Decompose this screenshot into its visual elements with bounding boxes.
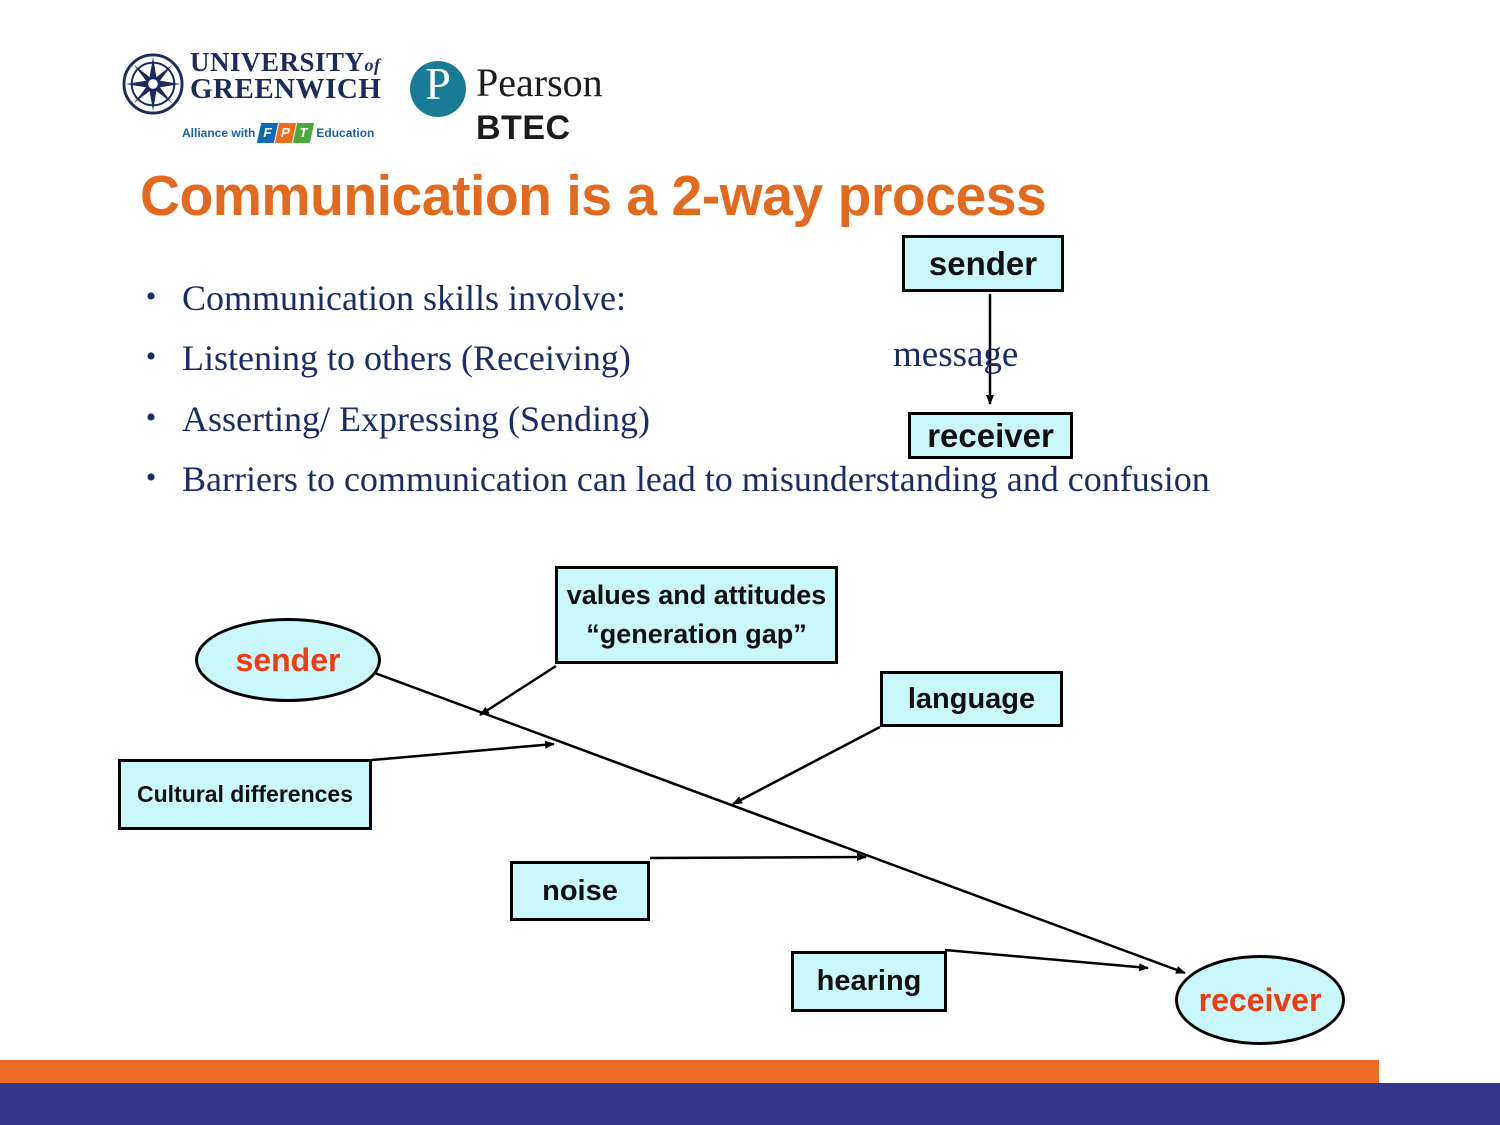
logo-bar: UNIVERSITYof GREENWICH Alliance with F P… xyxy=(120,45,640,155)
pearson-btec-logo: P Pearson BTEC xyxy=(410,58,630,156)
bullet-marker: • xyxy=(145,400,157,434)
fpt-letter-t: T xyxy=(293,123,315,143)
university-wordmark: UNIVERSITYof GREENWICH xyxy=(190,49,382,106)
bullet-list: • Communication skills involve: • Listen… xyxy=(120,268,1250,510)
slide-title: Communication is a 2-way process xyxy=(140,164,1047,228)
pearson-mark-glyph: P xyxy=(425,58,451,109)
bullet-marker: • xyxy=(145,340,157,374)
list-item: • Asserting/ Expressing (Sending) xyxy=(120,389,1250,449)
bullet-text: Barriers to communication can lead to mi… xyxy=(182,459,1210,500)
receiver-box[interactable]: receiver xyxy=(908,412,1073,459)
barrier-noise[interactable]: noise xyxy=(510,861,650,921)
barrier-hearing[interactable]: hearing xyxy=(791,951,947,1012)
barrier-values-line2: “generation gap” xyxy=(586,619,807,649)
language-barrier-arrow xyxy=(732,725,881,806)
university-line2: GREENWICH xyxy=(190,73,382,106)
alliance-suffix: Education xyxy=(316,126,375,140)
alliance-prefix: Alliance with xyxy=(182,126,256,140)
barrier-cultural-differences[interactable]: Cultural differences xyxy=(118,759,372,830)
list-item: • Listening to others (Receiving) xyxy=(120,328,1250,388)
pearson-wordmark: Pearson xyxy=(476,60,603,105)
barrier-values-and-attitudes[interactable]: values and attitudes “generation gap” xyxy=(555,566,838,664)
barrier-language[interactable]: language xyxy=(880,671,1063,727)
alliance-strip: Alliance with F P T Education xyxy=(182,123,374,143)
bullet-marker: • xyxy=(145,461,157,495)
pearson-btec-sub: BTEC xyxy=(476,109,571,147)
university-of-greenwich-logo: UNIVERSITYof GREENWICH Alliance with F P… xyxy=(120,45,382,150)
values-barrier-arrow xyxy=(479,664,557,717)
sender-box[interactable]: sender xyxy=(902,235,1064,292)
communication-channel-arrow xyxy=(371,670,1186,975)
fpt-education-logo: F P T xyxy=(257,123,315,143)
cultural-barrier-arrow xyxy=(371,740,555,762)
bullet-marker: • xyxy=(145,280,157,313)
slide-canvas: UNIVERSITYof GREENWICH Alliance with F P… xyxy=(0,0,1500,1125)
list-item: • Barriers to communication can lead to … xyxy=(120,449,1250,509)
footer-navy-bar xyxy=(0,1083,1500,1125)
list-item: • Communication skills involve: xyxy=(120,268,1250,328)
hearing-barrier-arrow xyxy=(944,948,1149,972)
message-label: message xyxy=(893,334,1019,375)
bullet-text: Asserting/ Expressing (Sending) xyxy=(182,398,650,439)
barrier-values-line1: values and attitudes xyxy=(566,579,827,610)
pearson-interrobang-icon: P xyxy=(410,58,466,117)
compass-rose-icon xyxy=(122,53,184,115)
university-of-word: of xyxy=(364,55,381,75)
noise-barrier-arrow xyxy=(649,853,867,862)
footer-orange-bar xyxy=(0,1060,1379,1083)
bullet-text: Communication skills involve: xyxy=(182,278,626,318)
sender-ellipse[interactable]: sender xyxy=(195,618,381,702)
bullet-text: Listening to others (Receiving) xyxy=(182,338,631,379)
receiver-ellipse[interactable]: receiver xyxy=(1175,955,1345,1045)
